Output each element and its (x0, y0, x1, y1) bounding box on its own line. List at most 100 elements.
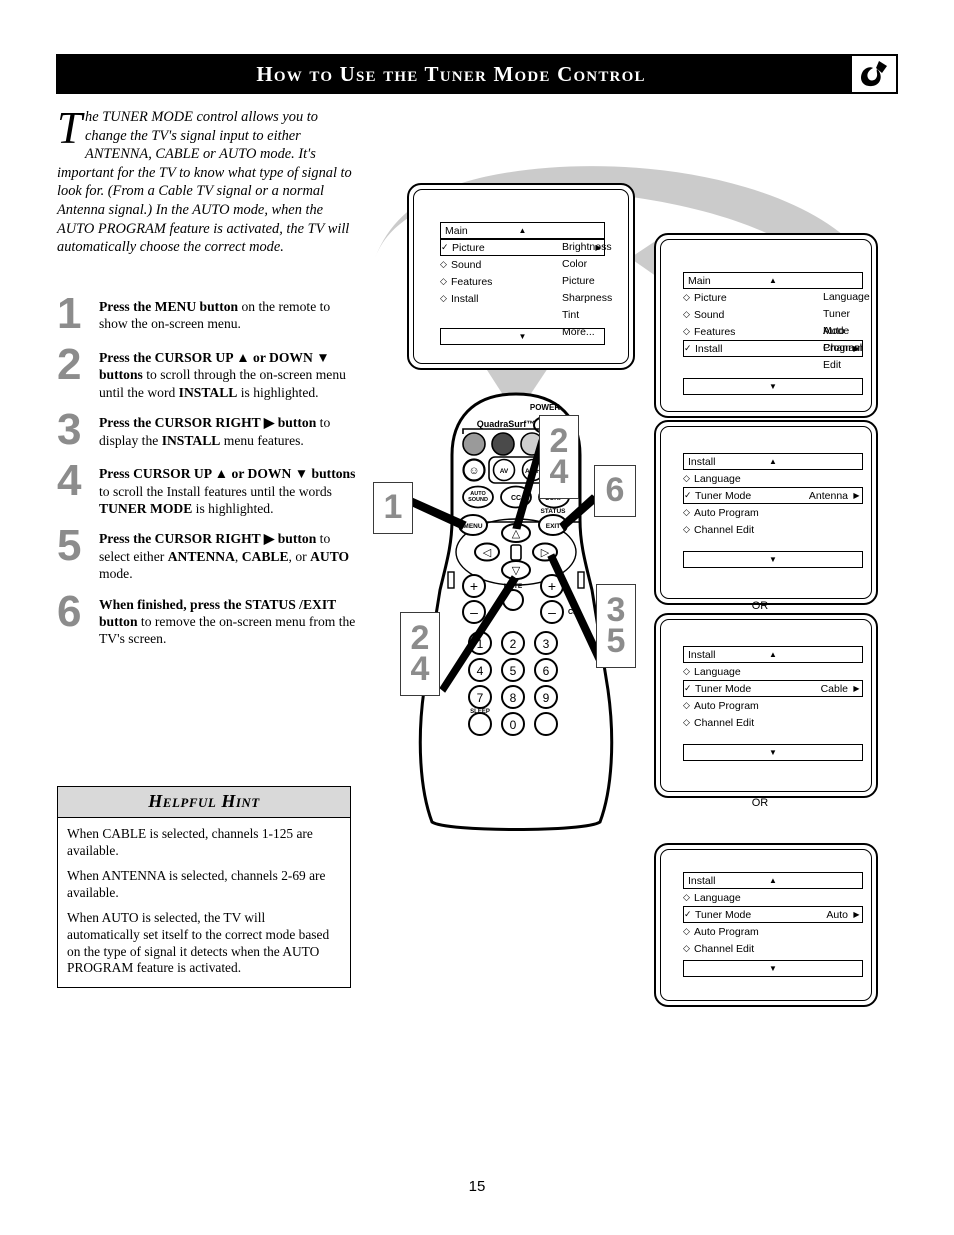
diamond-icon: ◇ (440, 293, 447, 303)
tv-bezel-inner: Install ▲ ◇ Language ✓ Tuner Mode Cable ▶ ◇ Auto … (660, 619, 872, 792)
callout-number: 6 (605, 471, 625, 510)
step-number: 1 (57, 289, 82, 338)
osd-menu-item-label: Auto Program (694, 506, 759, 519)
step-number: 6 (57, 586, 82, 636)
osd-submenu-item[interactable]: Brightness (562, 239, 612, 256)
cursor-pad (455, 518, 577, 586)
osd-menu-item[interactable]: ✓ Tuner Mode Antenna ▶ (683, 487, 863, 504)
osd-menu-item[interactable]: ◇ Language (683, 663, 863, 680)
key-5 (501, 658, 525, 682)
cursor-up-button (501, 523, 531, 543)
osd-menu-item-value: Antenna (808, 489, 848, 502)
osd-title-bar[interactable]: Main ▲ (683, 272, 863, 289)
osd-bottom-bar[interactable]: ▼ (683, 551, 863, 568)
diamond-icon: ◇ (683, 926, 690, 936)
channel-up-button (540, 574, 564, 598)
key-7-label: 7 (477, 691, 484, 705)
osd-menu-item-value: Cable (820, 682, 848, 695)
remote-tab-left (447, 571, 455, 589)
osd-bottom-bar[interactable]: ▼ (683, 744, 863, 761)
step-3: 3 Press the CURSOR RIGHT ▶ button to disp… (57, 408, 357, 452)
key-9-label: 9 (543, 691, 550, 705)
key-0 (501, 712, 525, 736)
leader-6 (559, 494, 599, 531)
volume-down-button (462, 600, 486, 624)
scroll-up-icon[interactable]: ▲ (519, 226, 527, 235)
scroll-down-icon[interactable]: ▼ (769, 748, 777, 757)
diamond-icon: ◇ (683, 292, 690, 302)
sleep-label: SLEEP (470, 709, 490, 715)
osd-menu-item[interactable]: ◇ Auto Program (683, 504, 863, 521)
step-text: When finished, press the STATUS /EXIT bu… (99, 596, 356, 647)
scroll-up-icon[interactable]: ▲ (769, 276, 777, 285)
osd-bottom-bar[interactable]: ▼ (440, 328, 605, 345)
intro-dropcap: T (57, 103, 83, 153)
osd-menu-item[interactable]: ✓ Tuner Mode Auto ▶ (683, 906, 863, 923)
osd-menu-item[interactable]: ✓ Tuner Mode Cable ▶ (683, 680, 863, 697)
osd-title-bar[interactable]: Install ▲ (683, 453, 863, 470)
diamond-icon: ◇ (683, 473, 690, 483)
osd-bottom-bar[interactable]: ▼ (683, 960, 863, 977)
key-8 (501, 685, 525, 709)
osd-title-bar[interactable]: Install ▲ (683, 872, 863, 889)
step-text: Press the CURSOR RIGHT ▶ button to displ… (99, 415, 331, 448)
diamond-icon: ◇ (683, 666, 690, 676)
scroll-down-icon[interactable]: ▼ (519, 332, 527, 341)
osd-menu-item[interactable]: ◇ Channel Edit (683, 940, 863, 957)
osd-menu-item-label: Channel Edit (694, 716, 755, 729)
osd-submenu-item[interactable]: Language (823, 289, 871, 306)
scroll-down-icon[interactable]: ▼ (769, 382, 777, 391)
checkmark-icon: ✓ (684, 909, 692, 919)
key-4 (468, 658, 492, 682)
helpful-hint-paragraph: When AUTO is selected, the TV will autom… (67, 910, 330, 976)
osd-menu-item[interactable]: ◇ Channel Edit (683, 521, 863, 538)
leader-3-5 (547, 553, 603, 661)
osd-menu-item[interactable]: ◇ Auto Program (683, 923, 863, 940)
osd-menu-item-label: Language (694, 891, 741, 904)
osd-submenu-item[interactable]: Tint (562, 307, 612, 324)
cc-label: CC (511, 495, 521, 502)
step-4: 4 Press CURSOR UP ▲ or DOWN ▼ buttons to … (57, 459, 357, 517)
key-8-label: 8 (510, 691, 517, 705)
osd-title-bar[interactable]: Main ▲ (440, 222, 605, 239)
scroll-down-icon[interactable]: ▼ (769, 964, 777, 973)
osd-menu-item[interactable]: ◇ Language (683, 470, 863, 487)
osd-menu-item-label: Channel Edit (694, 942, 755, 955)
checkmark-icon: ✓ (684, 343, 692, 353)
auto-sound-button (462, 485, 494, 509)
key-6-label: 6 (543, 664, 550, 678)
step-1: 1 Press the MENU button on the remote to … (57, 292, 357, 336)
osd-submenu-item[interactable]: Color (562, 256, 612, 273)
philips-shield-icon (852, 56, 896, 92)
remote-control (418, 392, 614, 831)
osd-title-bar[interactable]: Install ▲ (683, 646, 863, 663)
key-2-label: 2 (510, 637, 517, 651)
osd-submenu-item[interactable]: Tuner Mode (823, 306, 871, 337)
osd-submenu-item[interactable]: Picture (562, 273, 612, 290)
step-number: 5 (57, 521, 82, 571)
osd-bottom-bar[interactable]: ▼ (683, 378, 863, 395)
key-blank (534, 712, 558, 736)
osd-menu-item-label: Language (694, 472, 741, 485)
osd-menu-item[interactable]: ◇ Channel Edit (683, 714, 863, 731)
osd-menu-item-label: Language (694, 665, 741, 678)
scroll-up-icon[interactable]: ▲ (769, 650, 777, 659)
status-exit-button (538, 514, 568, 536)
scroll-up-icon[interactable]: ▲ (769, 457, 777, 466)
intro-paragraph: The TUNER MODE control allows you to cha… (57, 103, 357, 257)
scroll-up-icon[interactable]: ▲ (769, 876, 777, 885)
osd-title-label: Install (688, 648, 716, 661)
osd-submenu-item[interactable]: Sharpness (562, 290, 612, 307)
sleep-button (468, 712, 492, 736)
step-number: 3 (57, 405, 82, 455)
osd-menu-item-label: Auto Program (694, 925, 759, 938)
diamond-icon: ◇ (683, 892, 690, 902)
osd-title-label: Main (445, 224, 468, 237)
tv-screen-install-cable: Install ▲ ◇ Language ✓ Tuner Mode Cable ▶ ◇ Auto … (654, 613, 878, 798)
scroll-down-icon[interactable]: ▼ (769, 555, 777, 564)
osd-submenu-item[interactable]: Channel Edit (823, 340, 871, 371)
key-9 (534, 685, 558, 709)
osd-menu-item[interactable]: ◇ Auto Program (683, 697, 863, 714)
osd-menu-item[interactable]: ◇ Language (683, 889, 863, 906)
key-5-label: 5 (510, 664, 517, 678)
